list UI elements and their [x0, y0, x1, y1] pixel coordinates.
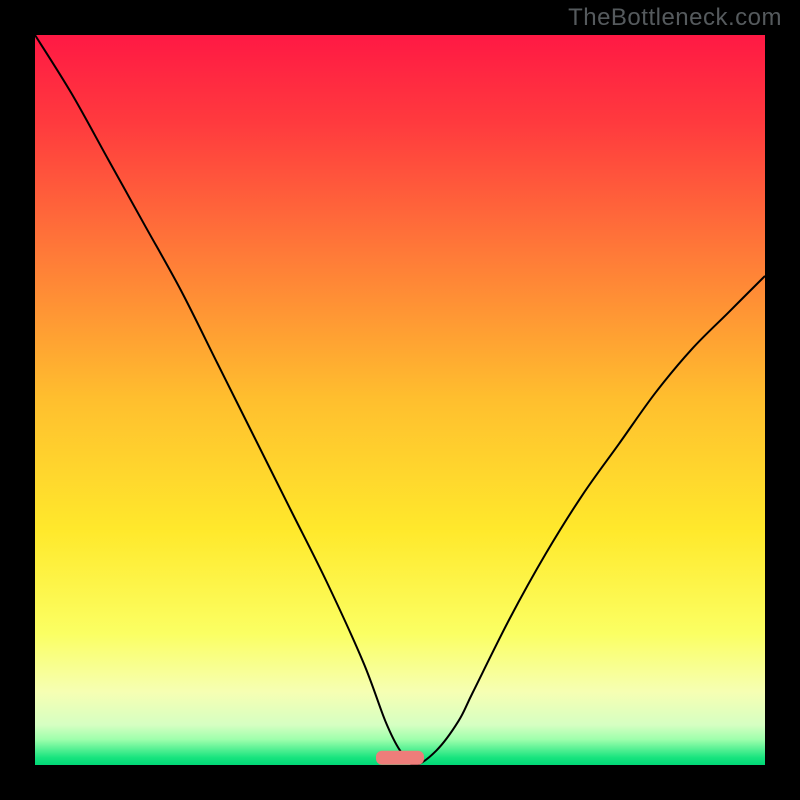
plot-area: [35, 35, 765, 765]
bottleneck-chart: TheBottleneck.com: [0, 0, 800, 800]
optimal-marker: [376, 751, 424, 765]
chart-svg: [0, 0, 800, 800]
